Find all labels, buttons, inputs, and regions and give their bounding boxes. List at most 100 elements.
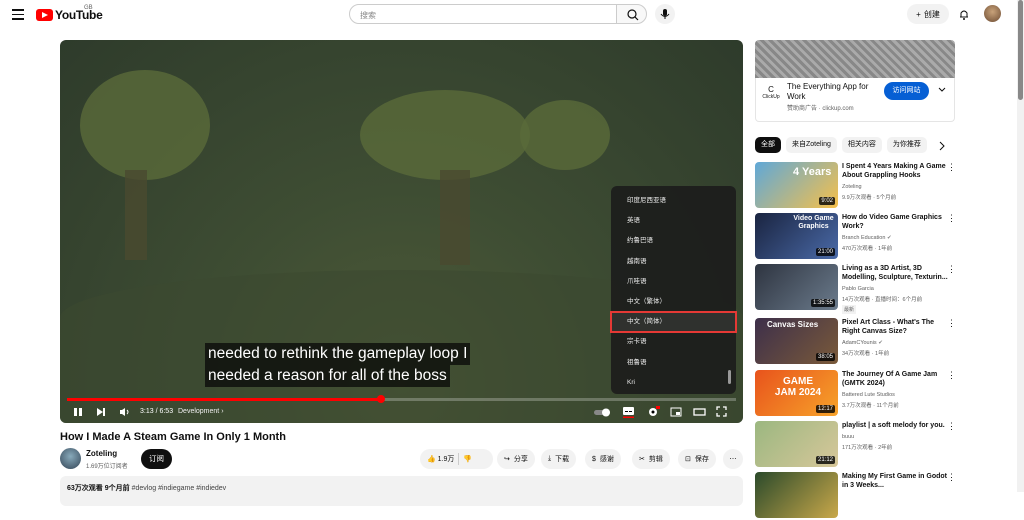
ad-logo: C ClickUp [757,82,785,106]
video-thumbnail[interactable]: 4 Years 9:02 [755,162,838,208]
menu-item-language-selected[interactable]: 中文（简体） [610,311,737,334]
account-avatar[interactable] [984,5,1001,22]
theater-mode-icon[interactable] [693,407,706,417]
menu-scrollbar[interactable] [728,370,731,384]
more-vert-icon[interactable]: ⋮ [947,318,956,329]
video-thumbnail[interactable]: Video Game Graphics 21:00 [755,213,838,259]
menu-item-language[interactable]: 爪哇语 [611,272,736,292]
description-box[interactable]: 63万次观看 9个月前 #devlog #indiegame #indiedev [60,476,743,506]
thumbnail-text: GAME JAM 2024 [774,376,822,398]
chip-from-channel[interactable]: 来自Zoteling [786,137,837,153]
download-button[interactable]: ⤓ 下载 [541,449,577,469]
chip-recommended[interactable]: 为你推荐 [886,137,927,153]
subscribe-button[interactable]: 订阅 [141,449,172,469]
thanks-icon: $ [592,455,596,463]
youtube-play-icon [36,9,53,21]
ad-banner[interactable] [755,40,955,78]
more-vert-icon[interactable]: ⋮ [947,162,956,173]
more-actions-button[interactable]: ⋯ [723,449,743,469]
next-icon[interactable] [96,407,106,417]
channel-name[interactable]: Branch Education ✔ [842,235,892,241]
chevron-right-icon[interactable] [938,141,946,151]
channel-name[interactable]: Zoteling [86,449,117,458]
channel-name[interactable]: AdamCYounis ✔ [842,340,883,346]
search-button[interactable] [616,4,647,24]
scene-tree [360,90,530,180]
recommendation-item[interactable]: 4 Years 9:02 I Spent 4 Years Making A Ga… [755,162,960,210]
more-vert-icon[interactable]: ⋮ [947,472,956,483]
more-vert-icon[interactable]: ⋮ [947,264,956,275]
menu-item-language[interactable]: 印度尼西亚语 [611,191,736,211]
like-button[interactable]: 👍 1.9万 [427,454,454,464]
hashtags[interactable]: #devlog #indiegame #indiedev [132,485,227,492]
progress-bar[interactable] [67,395,736,403]
video-title[interactable]: Pixel Art Class - What's The Right Canva… [842,318,952,336]
create-button[interactable]: + 创建 [907,4,949,24]
autoplay-toggle[interactable] [593,407,611,417]
search-input[interactable]: 搜索 [349,4,617,24]
recommendation-item[interactable]: 21:12 playlist | a soft melody for you. … [755,421,960,469]
menu-item-language[interactable]: Kri [611,373,736,393]
fullscreen-icon[interactable] [716,406,727,417]
subtitles-icon[interactable] [622,406,635,418]
clip-button[interactable]: ✂ 剪辑 [632,449,670,469]
video-meta: 171万次观看 · 2年前 [842,445,893,451]
scene-tree [80,70,210,180]
ad-title[interactable]: The Everything App for Work [787,82,877,102]
channel-avatar[interactable] [60,448,81,469]
recommendation-item[interactable]: GAME JAM 2024 12:17 The Journey Of A Gam… [755,370,960,418]
menu-item-language[interactable]: 英语 [611,211,736,231]
video-title[interactable]: I Spent 4 Years Making A Game About Grap… [842,162,952,180]
recommendation-item[interactable]: Canvas Sizes 38:05 Pixel Art Class - Wha… [755,318,960,366]
video-player[interactable]: needed to rethink the gameplay loop I ne… [60,40,743,423]
more-icon: ⋯ [729,456,737,463]
video-thumbnail[interactable]: Canvas Sizes 38:05 [755,318,838,364]
more-vert-icon[interactable]: ⋮ [947,370,956,381]
channel-name[interactable]: Pablo Garcia [842,286,874,292]
video-thumbnail[interactable]: 1:35:55 [755,264,838,310]
recommendation-item[interactable]: Making My First Game in Godot in 3 Weeks… [755,472,960,520]
video-thumbnail[interactable]: 21:12 [755,421,838,467]
thanks-button[interactable]: $ 感谢 [585,449,621,469]
ad-cta-button[interactable]: 访问网站 [884,82,929,100]
progress-played [67,398,382,401]
video-title[interactable]: Making My First Game in Godot in 3 Weeks… [842,472,952,490]
chip-all[interactable]: 全部 [755,137,781,153]
save-button[interactable]: ⊡ 保存 [678,449,716,469]
menu-item-language[interactable]: 约鲁巴语 [611,231,736,251]
channel-name[interactable]: Zoteling [842,184,862,190]
share-button[interactable]: ↪ 分享 [497,449,535,469]
menu-item-language[interactable]: 越南语 [611,252,736,272]
notifications-bell-icon[interactable] [958,8,970,20]
volume-icon[interactable] [119,407,130,417]
video-title[interactable]: The Journey Of A Game Jam (GMTK 2024) [842,370,952,388]
more-vert-icon[interactable]: ⋮ [947,421,956,432]
pause-icon[interactable] [73,407,83,417]
chapter-title[interactable]: Development › [178,408,224,415]
video-title[interactable]: Living as a 3D Artist, 3D Modelling, Scu… [842,264,952,282]
video-title[interactable]: playlist | a soft melody for you. [842,421,952,430]
menu-item-language[interactable]: 宗卡语 [611,332,736,352]
dislike-icon[interactable]: 👎 [463,455,472,463]
video-thumbnail[interactable]: GAME JAM 2024 12:17 [755,370,838,416]
menu-item-language[interactable]: 中文（繁体） [611,292,736,312]
video-thumbnail[interactable] [755,472,838,518]
page-scrollbar-thumb[interactable] [1018,0,1023,100]
channel-name[interactable]: buuu [842,434,854,440]
menu-item-language[interactable]: 祖鲁语 [611,353,736,373]
miniplayer-icon[interactable] [670,407,682,417]
video-title[interactable]: How do Video Game Graphics Work? [842,213,952,231]
settings-gear-icon[interactable] [647,406,660,418]
video-duration: 1:35:55 [810,299,835,307]
channel-name[interactable]: Battered Lute Studios [842,392,895,398]
filter-chips: 全部 来自Zoteling 相关内容 为你推荐 [755,137,927,153]
chevron-down-icon[interactable] [937,86,947,94]
recommendation-item[interactable]: Video Game Graphics 21:00 How do Video G… [755,213,960,261]
chip-related[interactable]: 相关内容 [841,137,882,153]
more-vert-icon[interactable]: ⋮ [947,213,956,224]
menu-icon[interactable] [12,9,24,20]
voice-search-button[interactable] [655,4,675,24]
thumbnail-text: Canvas Sizes [767,320,819,329]
recommendation-item[interactable]: 1:35:55 Living as a 3D Artist, 3D Modell… [755,264,960,314]
video-title: How I Made A Steam Game In Only 1 Month [60,431,286,443]
